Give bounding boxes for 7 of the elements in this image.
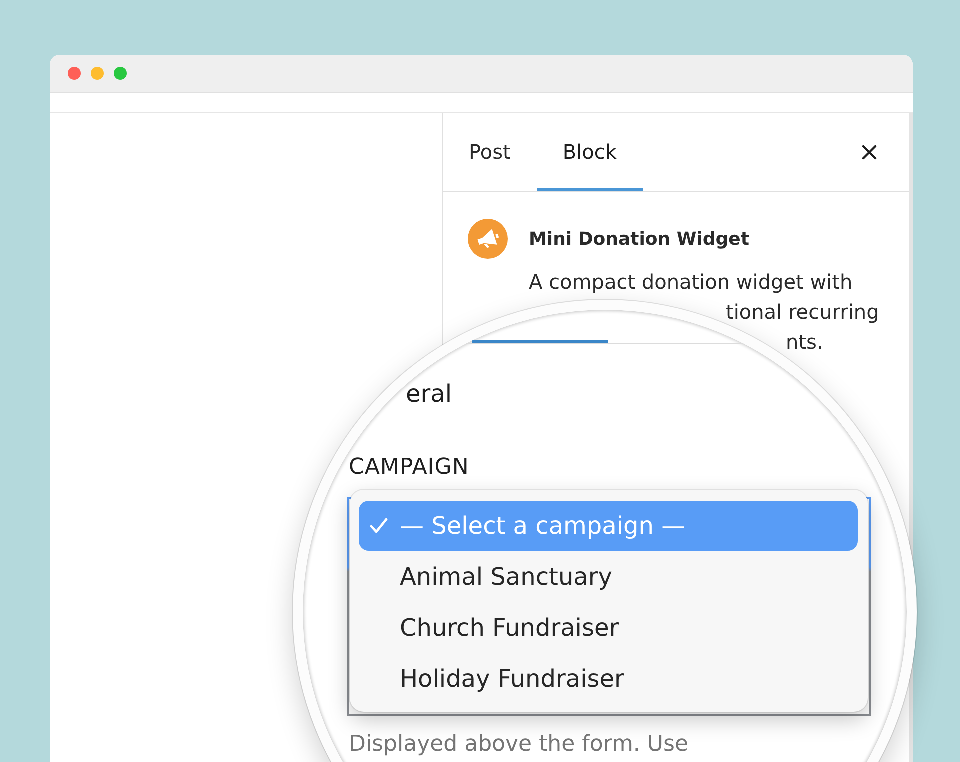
- block-title: Mini Donation Widget: [529, 228, 750, 252]
- help-text: Displayed above the form. Use: [349, 732, 689, 758]
- field-label: CAMPAIGN: [349, 455, 470, 481]
- block-description: A compact donation widget with: [529, 272, 853, 292]
- section-title: eral: [406, 380, 452, 408]
- block-description: tional recurring: [726, 302, 880, 322]
- block-description: nts.: [786, 332, 824, 352]
